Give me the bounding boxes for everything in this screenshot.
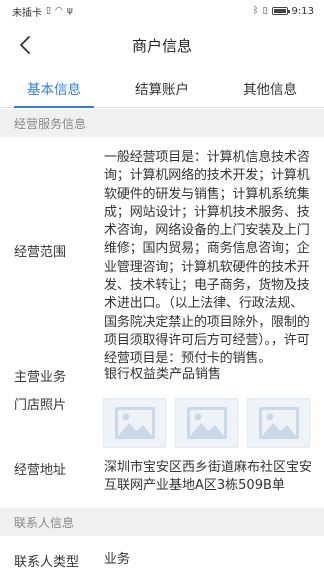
bluetooth-icon: ᛒ xyxy=(253,5,259,16)
battery-fill xyxy=(273,9,287,13)
tab-other-info[interactable]: 其他信息 xyxy=(216,68,324,107)
image-placeholder-icon xyxy=(114,407,155,439)
tab-basic-info[interactable]: 基本信息 xyxy=(0,68,108,107)
clock-text: 9:13 xyxy=(291,5,314,17)
address-value: 深圳市宝安区西乡街道麻布社区宝安互联网产业基地A区3栋509B单 xyxy=(104,460,313,494)
main-business-label: 主营业务 xyxy=(14,370,67,385)
carrier-text: 未插卡 xyxy=(12,7,42,19)
status-right: ᛒ ▯ 9:13 xyxy=(253,6,314,17)
back-button[interactable] xyxy=(10,30,40,60)
section-header-contact: 联系人信息 xyxy=(0,508,324,536)
section-header-business: 经营服务信息 xyxy=(0,109,324,137)
store-photo-3[interactable] xyxy=(247,398,310,448)
tab-settlement-account[interactable]: 结算账户 xyxy=(108,68,216,107)
chevron-left-icon xyxy=(20,36,30,54)
battery-icon xyxy=(271,7,290,15)
contact-type-label: 联系人类型 xyxy=(14,555,80,570)
contact-type-value: 业务 xyxy=(104,552,131,567)
image-placeholder-icon xyxy=(186,407,227,439)
sim-icon: ▯ xyxy=(46,5,51,16)
vibrate-icon: ▯ xyxy=(262,5,268,16)
image-placeholder-icon xyxy=(258,407,299,439)
app-header: 商户信息 xyxy=(0,22,324,68)
store-photo-2[interactable] xyxy=(175,398,238,448)
main-business-value: 银行权益类产品销售 xyxy=(104,367,222,382)
usb-icon: ψ xyxy=(66,5,73,16)
scope-label: 经营范围 xyxy=(14,245,67,260)
tab-bar: 基本信息 结算账户 其他信息 xyxy=(0,68,324,108)
status-bar: 未插卡 ▯ ◠ ψ ᛒ ▯ 9:13 xyxy=(0,0,324,22)
store-photos xyxy=(103,398,310,448)
wifi-icon: ◠ xyxy=(54,5,63,16)
address-label: 经营地址 xyxy=(14,463,67,478)
scope-value: 一般经营项目是：计算机信息技术咨询；计算机网络的技术开发；计算机软硬件的研发与销… xyxy=(104,150,310,367)
status-left: 未插卡 ▯ ◠ ψ xyxy=(12,4,73,19)
store-photos-label: 门店照片 xyxy=(14,398,67,413)
store-photo-1[interactable] xyxy=(103,398,166,448)
page-title: 商户信息 xyxy=(131,36,192,55)
